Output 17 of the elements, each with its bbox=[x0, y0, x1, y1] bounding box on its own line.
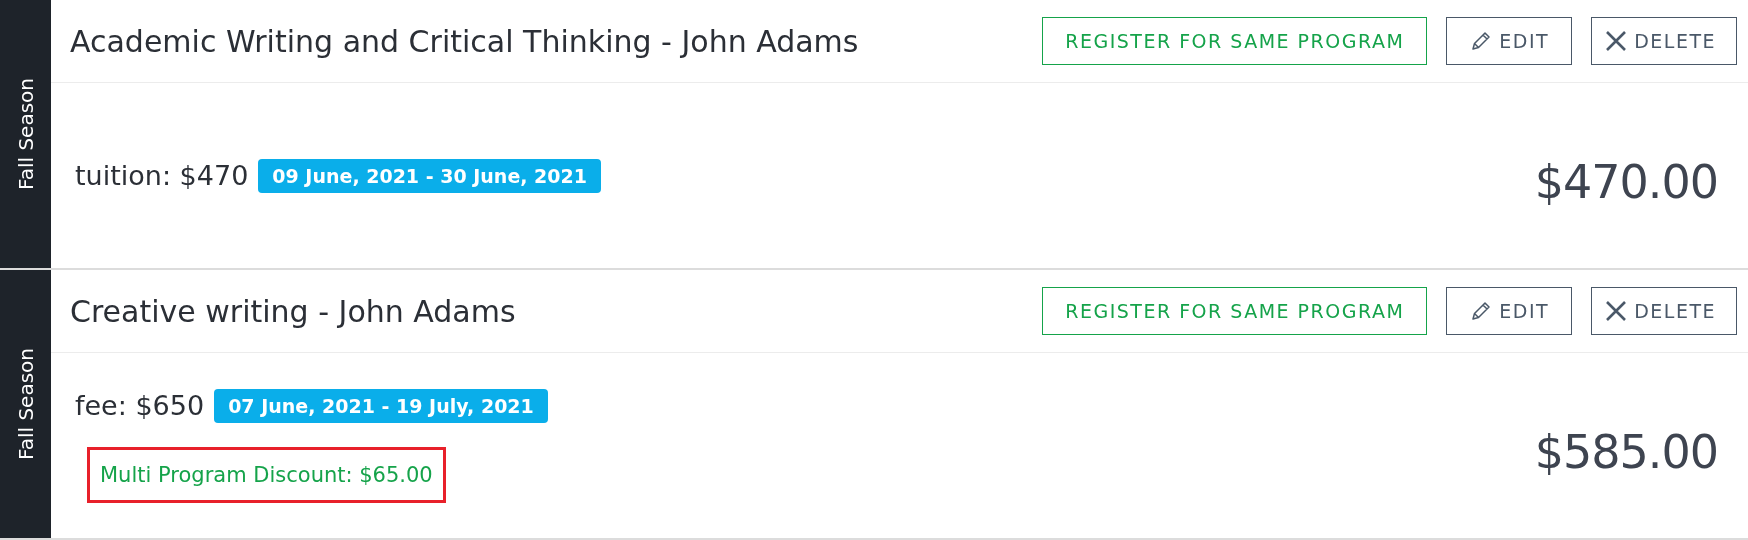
close-icon bbox=[1604, 299, 1629, 323]
season-label: Fall Season bbox=[13, 78, 38, 190]
date-range-badge: 07 June, 2021 - 19 July, 2021 bbox=[214, 388, 548, 423]
edit-button[interactable]: EDIT bbox=[1446, 17, 1573, 65]
close-icon bbox=[1604, 29, 1629, 53]
delete-button[interactable]: DELETE bbox=[1591, 17, 1737, 65]
fee-label: tuition: $470 bbox=[75, 160, 249, 191]
total-price: $585.00 bbox=[1534, 424, 1718, 479]
discount-label: Multi Program Discount: $65.00 bbox=[87, 446, 446, 503]
season-label: Fall Season bbox=[13, 348, 38, 460]
edit-button[interactable]: EDIT bbox=[1446, 287, 1573, 335]
delete-button[interactable]: DELETE bbox=[1591, 287, 1737, 335]
date-range-badge: 09 June, 2021 - 30 June, 2021 bbox=[258, 158, 601, 193]
program-title: Creative writing - John Adams bbox=[70, 293, 517, 329]
total-price: $470.00 bbox=[1534, 154, 1718, 209]
program-title: Academic Writing and Critical Thinking - John Adams bbox=[70, 23, 860, 59]
fee-label: fee: $650 bbox=[75, 390, 205, 421]
